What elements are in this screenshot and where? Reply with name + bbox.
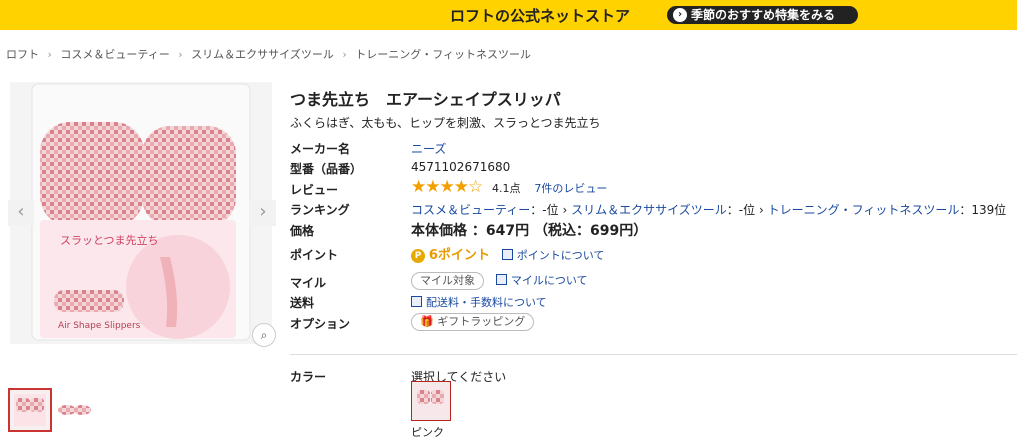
top-banner[interactable]: ロフトの公式ネットストア › 季節のおすすめ特集をみる: [0, 0, 1017, 30]
breadcrumb-separator: ›: [178, 48, 183, 61]
mile-row: マイル対象 マイルについて: [411, 272, 588, 290]
ranking-separator: ›: [562, 203, 568, 217]
review-score: 4.1点: [492, 182, 521, 195]
model-value: 4571102671680: [411, 160, 511, 174]
breadcrumb: ロフト › コスメ＆ビューティー › スリム＆エクササイズツール › トレーニン…: [6, 46, 531, 62]
point-label: ポイント: [290, 248, 339, 262]
review-count-link[interactable]: 7件のレビュー: [534, 182, 607, 195]
zoom-icon[interactable]: ⌕: [252, 323, 276, 347]
point-coin-icon: P: [411, 248, 425, 263]
image-name-text: Air Shape Slippers: [58, 321, 141, 331]
breadcrumb-item-slim[interactable]: スリム＆エクササイズツール: [191, 48, 334, 61]
mile-info-link[interactable]: マイルについて: [511, 274, 588, 287]
ranking-category-1[interactable]: コスメ＆ビューティー: [411, 203, 530, 217]
model-label: 型番（品番）: [290, 162, 363, 176]
ranking-category-2[interactable]: スリム＆エクササイズツール: [571, 203, 727, 217]
breadcrumb-item-training[interactable]: トレーニング・フィットネスツール: [355, 48, 531, 61]
review-label: レビュー: [290, 183, 339, 197]
document-icon: [495, 274, 507, 285]
mile-label: マイル: [290, 276, 327, 290]
product-catchcopy: ふくらはぎ、太もも、ヒップを刺激、スラっとつま先立ち: [290, 116, 601, 130]
shipping-info-link[interactable]: 配送料・手数料について: [426, 296, 547, 309]
breadcrumb-item-loft[interactable]: ロフト: [6, 48, 39, 61]
review-row: ★★★★☆ 4.1点 7件のレビュー: [411, 177, 607, 197]
shipping-row: 配送料・手数料について: [411, 294, 547, 310]
document-icon: [411, 296, 422, 307]
color-swatch-pink[interactable]: [411, 381, 451, 421]
point-row: P 6ポイント ポイントについて: [411, 244, 604, 263]
color-label: カラー: [290, 370, 327, 384]
option-row: 🎁 ギフトラッピング: [411, 313, 535, 331]
price-value: 本体価格 ：647円 （税込：699円）: [411, 223, 648, 239]
product-main-image[interactable]: スラッとつま先立ち Air Shape Slippers: [10, 82, 272, 344]
section-divider: [290, 354, 1017, 355]
document-icon: [501, 249, 513, 260]
point-value: 6ポイント: [428, 248, 490, 263]
maker-link[interactable]: ニーズ: [411, 142, 446, 156]
price-label: 価格: [290, 224, 315, 238]
ranking-2-rank: ：-位: [726, 203, 756, 217]
seasonal-feature-label: 季節のおすすめ特集をみる: [691, 8, 836, 22]
ranking-category-3[interactable]: トレーニング・フィットネスツール: [768, 203, 960, 217]
mile-badge: マイル対象: [411, 272, 484, 290]
ranking-separator: ›: [758, 203, 764, 217]
seasonal-feature-button[interactable]: › 季節のおすすめ特集をみる: [667, 6, 858, 24]
thumbnail-2[interactable]: [54, 388, 94, 428]
product-package-image: スラッとつま先立ち Air Shape Slippers: [31, 83, 251, 341]
product-title: つま先立ち エアーシェイプスリッパ: [290, 90, 561, 109]
point-info-link[interactable]: ポイントについて: [517, 249, 605, 262]
thumbnail-package-image: [14, 394, 46, 426]
maker-label: メーカー名: [290, 142, 351, 156]
swatch-image: [415, 385, 447, 417]
ranking-3-rank: ：139位: [959, 203, 1007, 217]
thumbnail-1[interactable]: [8, 388, 52, 432]
ranking-1-rank: ：-位: [530, 203, 559, 217]
gift-icon: 🎁: [420, 315, 434, 328]
color-option-label: ピンク: [411, 426, 444, 439]
shipping-label: 送料: [290, 296, 315, 310]
banner-title: ロフトの公式ネットストア: [450, 7, 631, 25]
image-next-arrow[interactable]: ›: [250, 200, 276, 226]
gift-wrapping-badge[interactable]: 🎁 ギフトラッピング: [411, 313, 535, 331]
option-label: オプション: [290, 317, 351, 331]
chevron-right-icon: ›: [673, 8, 687, 22]
star-rating-icon: ★★★★☆: [411, 177, 483, 197]
breadcrumb-item-cosme[interactable]: コスメ＆ビューティー: [60, 48, 169, 61]
thumbnail-slippers-image: [54, 388, 94, 428]
image-slogan-text: スラッとつま先立ち: [60, 233, 159, 247]
ranking-row: コスメ＆ビューティー：-位 › スリム＆エクササイズツール：-位 › トレーニン…: [411, 201, 1006, 218]
breadcrumb-separator: ›: [342, 48, 347, 61]
image-prev-arrow[interactable]: ‹: [8, 200, 34, 226]
ranking-label: ランキング: [290, 203, 350, 217]
breadcrumb-separator: ›: [47, 48, 52, 61]
